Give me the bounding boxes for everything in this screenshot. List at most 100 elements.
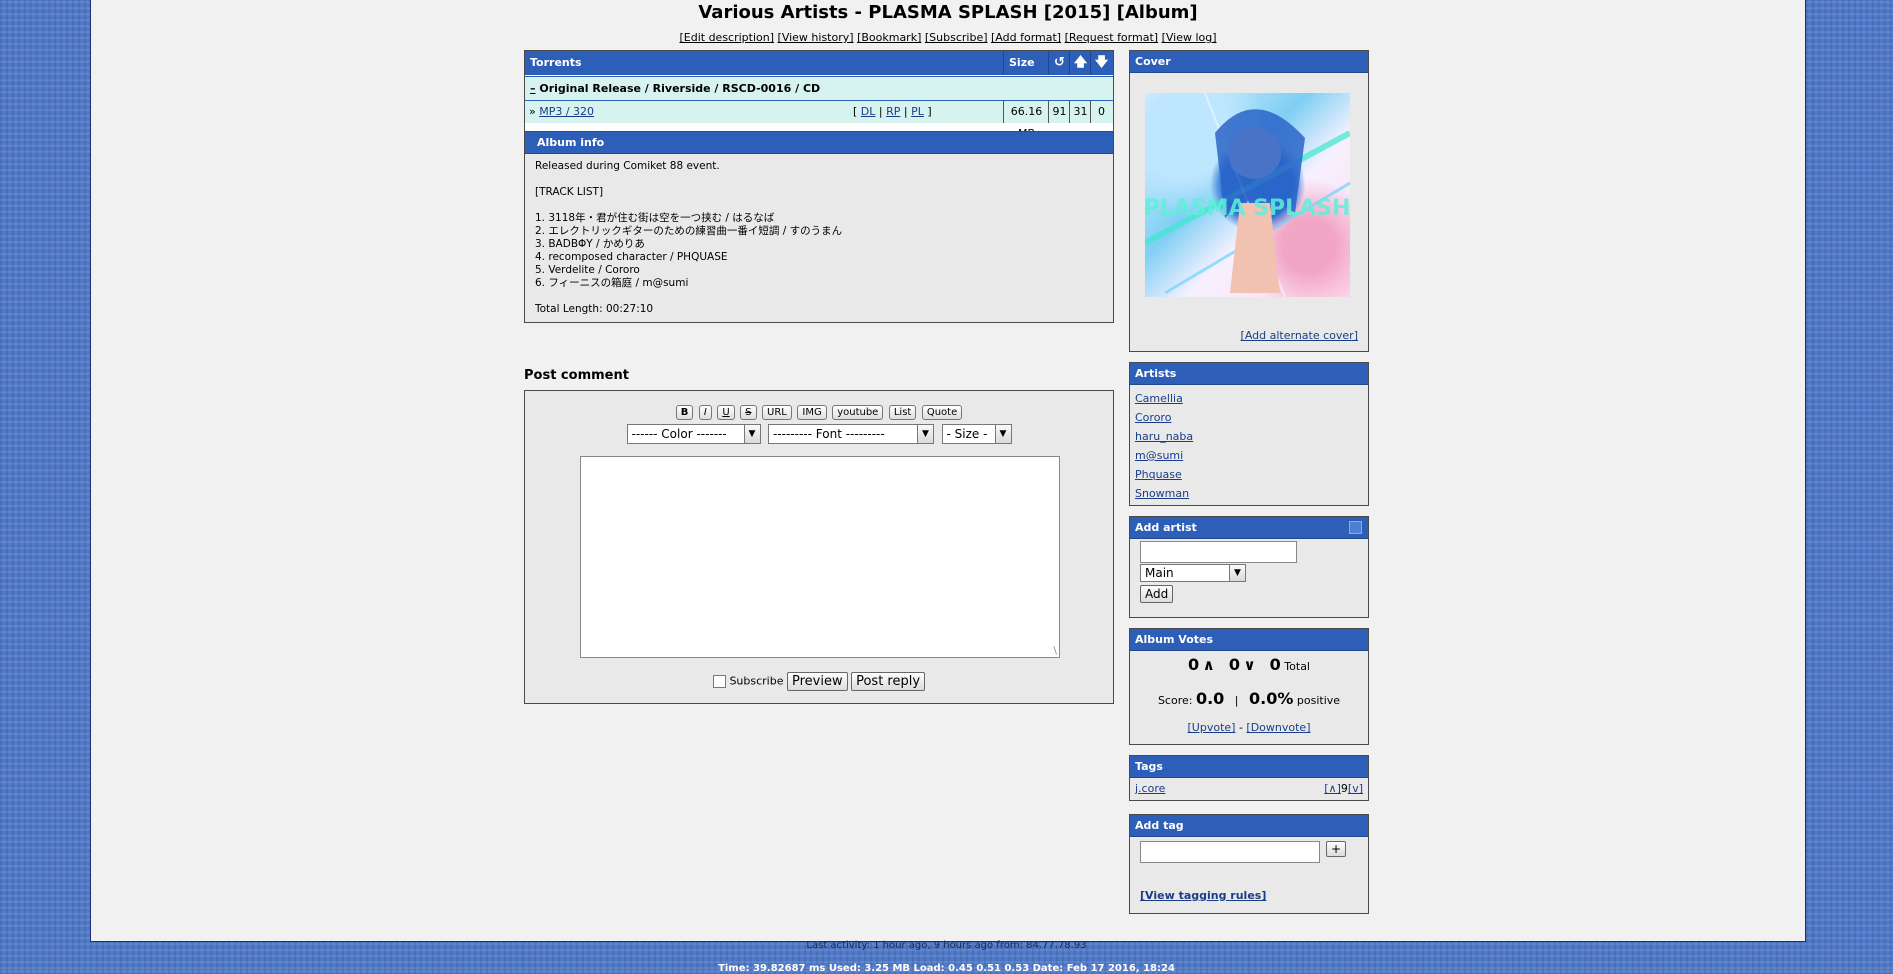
url-button[interactable]: URL [762,405,792,420]
vote-score: Score: 0.0 | 0.0% positive [1157,689,1341,708]
add-artist-button[interactable]: Add [1140,585,1174,603]
vote-links: [Upvote] - [Downvote] [1130,721,1368,734]
chevron-down-icon: ▼ [917,425,933,443]
vote-counts: 0 ∧ 0 ∨ 0 Total [1130,655,1368,674]
info-line: 6. フィーニスの箱庭 / m@sumi [535,277,689,289]
comment-textarea[interactable]: ∖ [580,456,1060,658]
footer-activity: Last activity: 1 hour ago, 9 hours ago f… [806,940,1087,951]
tag-vote: [∧]9[v] [1324,778,1363,800]
artist-link-haru-naba[interactable]: haru_naba [1135,427,1363,446]
italic-button[interactable]: I [698,405,712,420]
cover-title: Cover [1130,51,1368,73]
cover-box: Cover PLASMA SPLASH [Add alternate cover… [1129,50,1369,352]
tags-title: Tags [1130,756,1368,778]
info-line [535,173,1103,186]
size-select-value: - Size - [946,427,988,441]
add-alternate-cover-link[interactable]: [Add alternate cover] [1241,329,1358,342]
bookmark-link[interactable]: [Bookmark] [857,31,921,44]
permalink-link[interactable]: PL [911,105,924,118]
score-label: Score: [1157,694,1193,707]
preview-button[interactable]: Preview [786,672,848,691]
view-tagging-rules-link[interactable]: [View tagging rules] [1140,889,1266,902]
color-select[interactable]: ------ Color ------- ▼ [626,424,761,444]
leechers-header: 🡇 [1090,51,1112,75]
tag-input[interactable] [1140,841,1320,863]
font-select[interactable]: --------- Font --------- ▼ [768,424,934,444]
edition-toggle[interactable]: – [530,82,536,95]
resize-grip-icon[interactable]: ∖ [1052,646,1058,657]
info-line: [TRACK LIST] [535,186,604,198]
artist-link-camellia[interactable]: Camellia [1135,389,1363,408]
action-links: [Edit description] [View history] [Bookm… [91,31,1805,44]
downvote-count: 0 [1228,655,1240,674]
actions-close: ] [927,105,932,118]
img-button[interactable]: IMG [797,405,827,420]
size-select[interactable]: - Size - ▼ [941,424,1012,444]
vote-dash: - [1238,721,1243,734]
report-link[interactable]: RP [886,105,900,118]
view-log-link[interactable]: [View log] [1162,31,1217,44]
tag-upvote-link[interactable]: [∧] [1324,782,1341,795]
chevron-down-icon: ▼ [994,425,1011,443]
artist-name-input[interactable] [1140,541,1297,563]
cover-art: PLASMA SPLASH [1145,93,1350,297]
subscribe-label: Subscribe [729,674,784,688]
subscribe-link[interactable]: [Subscribe] [925,31,988,44]
info-line: Released during Comiket 88 event. [535,160,720,172]
edition-row: – Original Release / Riverside / RSCD-00… [525,76,1113,101]
info-line: 5. Verdelite / Cororo [535,264,640,276]
info-line: 3. BADBΦY / かめりあ [535,238,645,250]
download-link[interactable]: DL [861,105,876,118]
artist-role-value: Main [1145,566,1174,580]
add-artist-box: Add artist Main ▼ Add [1129,516,1369,618]
info-line: 2. エレクトリックギターのための練習曲一番イ短調 / すのうまん [535,225,843,237]
artist-link-snowman[interactable]: Snowman [1135,484,1363,503]
row-prefix: » [529,105,536,118]
expand-icon[interactable] [1349,521,1362,534]
artist-link-masumi[interactable]: m@sumi [1135,446,1363,465]
torrent-snatched: 91 [1048,101,1070,123]
artist-role-select[interactable]: Main ▼ [1140,564,1246,582]
edit-description-link[interactable]: [Edit description] [679,31,774,44]
add-format-link[interactable]: [Add format] [991,31,1061,44]
strike-button[interactable]: S [740,405,757,420]
subscribe-checkbox[interactable] [712,675,726,688]
torrent-size: 66.16 MB [1003,101,1049,140]
submit-row: Subscribe Preview Post reply [525,672,1113,691]
arrow-down-icon: 🡇 [1094,55,1109,70]
artist-link-phquase[interactable]: Phquase [1135,465,1363,484]
positive-percent: 0.0% [1249,689,1294,708]
downvote-link[interactable]: [Downvote] [1246,721,1310,734]
add-tag-button[interactable]: + [1326,841,1347,857]
request-format-link[interactable]: [Request format] [1065,31,1158,44]
tag-downvote-link[interactable]: [v] [1348,782,1363,795]
torrent-actions: [ DL | RP | PL ] [853,101,932,123]
add-tag-title: Add tag [1130,815,1368,837]
upvote-icon: ∧ [1202,656,1215,674]
bold-button[interactable]: B [675,405,694,420]
page-title: Various Artists - PLASMA SPLASH [2015] [… [698,2,1198,23]
edition-label: Original Release / Riverside / RSCD-0016… [539,82,821,95]
artist-link-cororo[interactable]: Cororo [1135,408,1363,427]
add-tag-box: Add tag + [View tagging rules] [1129,814,1369,914]
quote-button[interactable]: Quote [921,405,963,420]
chevron-down-icon: ▼ [1229,565,1245,581]
post-reply-button[interactable]: Post reply [851,672,926,691]
youtube-button[interactable]: youtube [832,405,884,420]
upvote-link[interactable]: [Upvote] [1188,721,1236,734]
album-cover-image[interactable]: PLASMA SPLASH [1145,93,1350,297]
bbcode-toolbar: B I U S URL IMG youtube List Quote [525,405,1113,420]
format-selects: ------ Color ------- ▼ --------- Font --… [525,424,1113,444]
torrent-format-link[interactable]: MP3 / 320 [539,105,594,118]
album-description: Released during Comiket 88 event. [TRACK… [525,154,1113,322]
actions-open: [ [853,105,858,118]
main-content: Various Artists - PLASMA SPLASH [2015] [… [90,0,1806,942]
view-history-link[interactable]: [View history] [778,31,854,44]
underline-button[interactable]: U [717,405,735,420]
size-header: Size [1003,51,1054,75]
tag-link[interactable]: j.core [1135,782,1165,795]
seeders-header: 🡅 [1069,51,1091,75]
album-votes-title: Album Votes [1130,629,1368,651]
tag-row: j.core [∧]9[v] [1130,778,1368,800]
list-button[interactable]: List [888,405,917,420]
